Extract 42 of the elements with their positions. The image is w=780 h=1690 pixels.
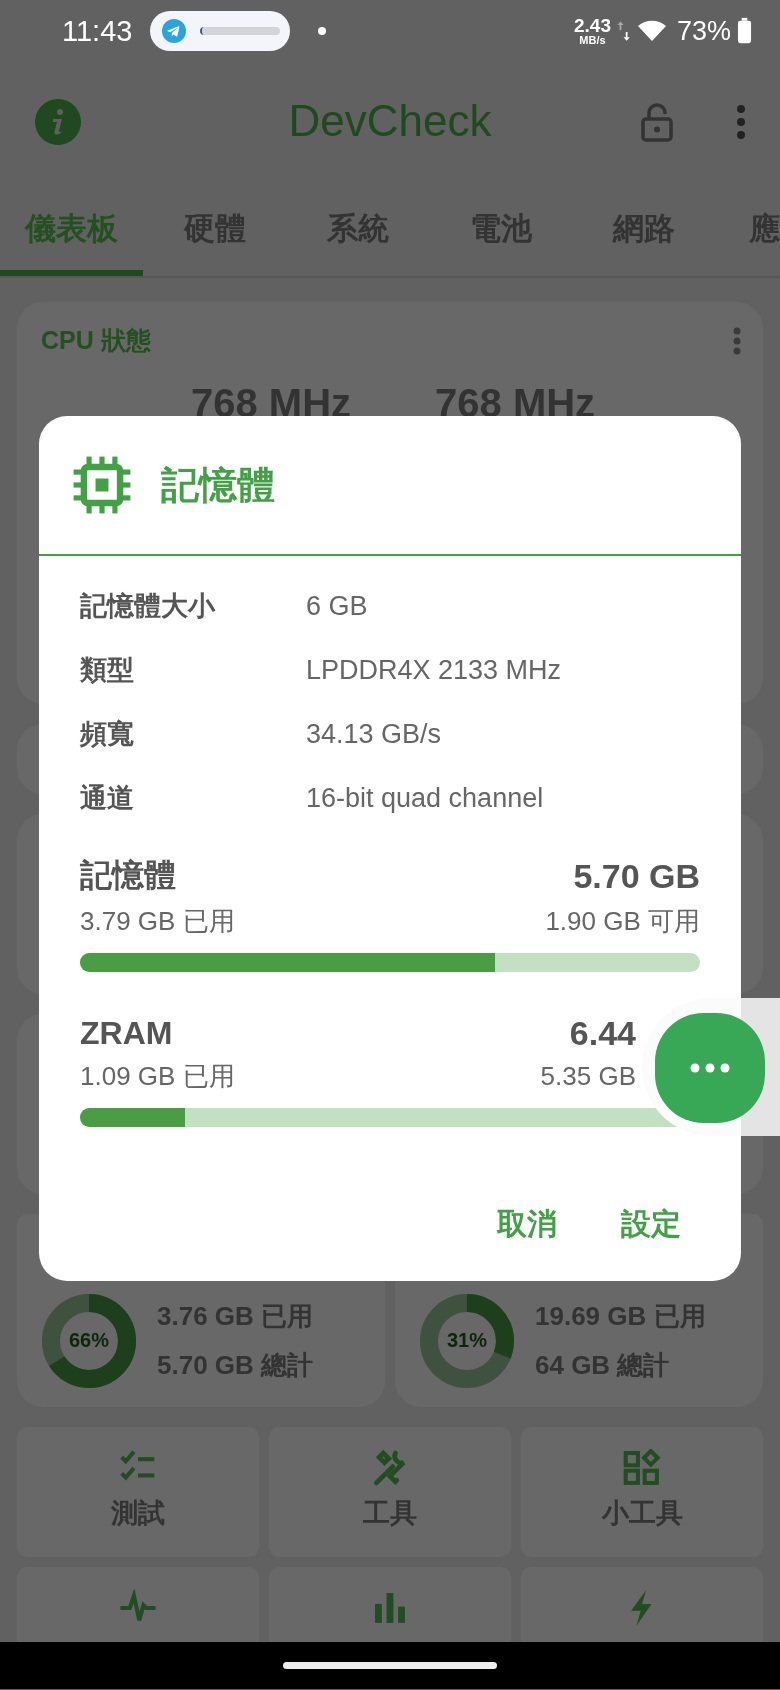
usage-total: 5.70 GB <box>573 856 700 896</box>
free-amount: 5.35 GB <box>540 1061 636 1092</box>
info-value: 16-bit quad channel <box>306 782 544 814</box>
used-amount: 1.09 GB 已用 <box>80 1060 235 1093</box>
notification-dot <box>318 27 327 35</box>
widgets-icon <box>623 1449 661 1487</box>
send-icon <box>162 19 187 43</box>
percent-label: 66% <box>69 1329 109 1352</box>
tab[interactable]: 儀表板 <box>0 182 143 276</box>
data-arrows-icon <box>616 19 631 43</box>
usage-name: ZRAM <box>80 1015 173 1052</box>
more-icon[interactable] <box>736 105 746 139</box>
info-label: 頻寬 <box>80 718 135 751</box>
percent-label: 31% <box>447 1329 487 1352</box>
notification-chip[interactable] <box>150 11 291 51</box>
chip-icon <box>71 454 133 516</box>
dialog-button[interactable]: 取消 <box>487 1194 567 1255</box>
info-value: 34.13 GB/s <box>306 718 442 750</box>
dialog-button[interactable]: 設定 <box>611 1194 691 1255</box>
info-value: LPDDR4X 2133 MHz <box>306 654 562 686</box>
info-label: 通道 <box>80 782 135 815</box>
speed-unit: MB/s <box>579 35 606 46</box>
wifi-icon <box>636 19 667 43</box>
network-speed: 2.43 <box>573 16 611 35</box>
usage-total: 6.44 <box>569 1014 636 1053</box>
home-handle[interactable] <box>283 1662 497 1669</box>
battery-percent: 73% <box>676 15 731 47</box>
info-icon[interactable] <box>34 98 82 146</box>
info-label: 記憶體大小 <box>80 590 217 623</box>
card-title: CPU 狀態 <box>41 325 151 356</box>
app-title: DevCheck <box>288 96 492 146</box>
info-label: 類型 <box>80 654 135 687</box>
usage-name: 記憶體 <box>80 856 176 895</box>
more-icon <box>690 1063 730 1073</box>
more-icon[interactable] <box>733 326 741 355</box>
clock-time: 11:43 <box>62 14 133 48</box>
used-amount: 3.79 GB 已用 <box>80 905 235 938</box>
battery-icon <box>737 17 752 45</box>
free-amount: 1.90 GB 可用 <box>545 905 700 938</box>
lock-icon[interactable] <box>640 102 674 142</box>
info-value: 6 GB <box>306 590 368 622</box>
dialog-title: 記憶體 <box>161 462 275 508</box>
